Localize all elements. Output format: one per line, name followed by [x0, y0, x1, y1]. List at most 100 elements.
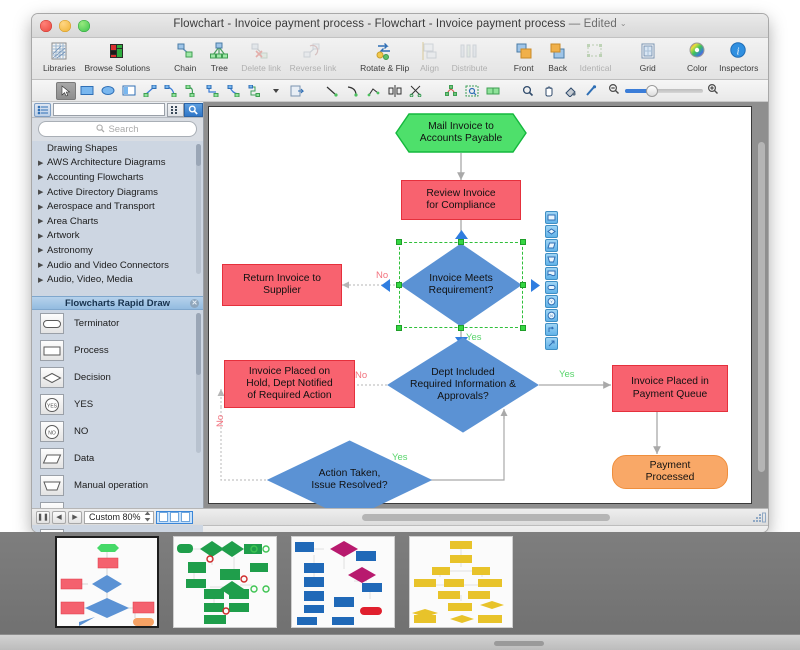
fill-tool[interactable]	[560, 82, 580, 100]
stepper-icon[interactable]	[144, 511, 151, 524]
terminator-shape-icon[interactable]	[545, 281, 558, 294]
selection-handle[interactable]	[396, 239, 402, 245]
hand-tool[interactable]	[539, 82, 559, 100]
flow-node-invoice-meets-requirement[interactable]: Invoice Meets Requirement?	[399, 242, 523, 328]
title-bar[interactable]: Flowchart - Invoice payment process - Fl…	[32, 14, 768, 38]
library-category-item[interactable]: ▶ Aerospace and Transport	[32, 199, 203, 214]
toolbar-button-browse-solutions[interactable]: Browse Solutions	[79, 40, 152, 73]
shape-list[interactable]: Terminator Process Decision YES YES NO N…	[32, 310, 203, 532]
elbow-connector-icon[interactable]	[545, 323, 558, 336]
selection-handle[interactable]	[458, 325, 464, 331]
zoom-in-icon[interactable]	[707, 82, 720, 100]
chevron-down-icon[interactable]: ⌄	[620, 19, 627, 28]
process-shape-icon[interactable]	[545, 211, 558, 224]
toolbar-button-color[interactable]: Color	[680, 40, 714, 73]
pointer-tool[interactable]	[56, 81, 76, 100]
scrollbar-thumb[interactable]	[362, 514, 610, 521]
shape-item-yes[interactable]: YES YES	[32, 391, 203, 418]
scissors-tool[interactable]	[406, 82, 426, 100]
shape-item-process[interactable]: Process	[32, 337, 203, 364]
grid-view-icon[interactable]	[167, 102, 184, 117]
shape-item-decision[interactable]: Decision	[32, 364, 203, 391]
library-category-item[interactable]: ▶ AWS Architecture Diagrams	[32, 156, 203, 171]
data-shape-icon[interactable]	[545, 239, 558, 252]
arrow-connector-icon[interactable]	[545, 337, 558, 350]
multi-connector-tool[interactable]	[245, 82, 265, 100]
rectangle-tool[interactable]	[77, 82, 97, 100]
page-tab-1[interactable]	[158, 512, 168, 522]
yes-shape-icon[interactable]: Y	[545, 295, 558, 308]
connect-arrow-right[interactable]	[530, 279, 540, 297]
mirror-tool[interactable]	[385, 82, 405, 100]
close-icon[interactable]: ✕	[190, 299, 199, 308]
decision-shape-icon[interactable]	[545, 225, 558, 238]
page-tabs[interactable]	[155, 510, 193, 524]
search-input[interactable]: Search	[38, 121, 197, 137]
flow-node-dept-included[interactable]: Dept Included Required Information & App…	[387, 337, 539, 433]
library-category-item[interactable]: ▶ Artwork	[32, 229, 203, 244]
scrollbar-thumb[interactable]	[196, 313, 201, 375]
scrollbar-thumb[interactable]	[758, 142, 765, 472]
node-edit-tool[interactable]	[441, 82, 461, 100]
toolbar-button-rotate-flip[interactable]: Rotate & Flip	[355, 40, 412, 73]
selection-handle[interactable]	[520, 239, 526, 245]
zoom-tool[interactable]	[518, 82, 538, 100]
elbow-connector-tool[interactable]	[203, 82, 223, 100]
shape-item-manual-operation[interactable]: Manual operation	[32, 472, 203, 499]
chevron-right-icon[interactable]: ▶	[38, 159, 47, 167]
library-category-item[interactable]: ▶ Audio, Video, Media	[32, 272, 203, 287]
toolbar-button-front[interactable]: Front	[507, 40, 541, 73]
flow-node-review-invoice[interactable]: Review Invoice for Compliance	[401, 180, 521, 220]
thumbnail-green-flowchart[interactable]	[173, 536, 277, 628]
rapid-draw-mini-palette[interactable]: Y N	[545, 211, 558, 350]
line-connector-tool[interactable]	[140, 82, 160, 100]
selection-handle[interactable]	[520, 282, 526, 288]
toolbar-button-tree[interactable]: Tree	[202, 40, 236, 73]
zoom-slider-track[interactable]	[625, 84, 703, 97]
canvas-horizontal-scrollbar[interactable]	[362, 514, 728, 521]
shelf-scroll-indicator[interactable]	[494, 641, 544, 646]
polyline-tool[interactable]	[364, 82, 384, 100]
selection-handle[interactable]	[520, 325, 526, 331]
chevron-right-icon[interactable]: ▶	[38, 276, 47, 284]
library-tree-icon[interactable]	[34, 102, 51, 117]
chevron-right-icon[interactable]: ▶	[38, 261, 47, 269]
diagram-canvas[interactable]: Mail Invoice to Accounts Payable Review …	[208, 106, 752, 520]
flow-node-return-invoice[interactable]: Return Invoice to Supplier	[222, 264, 342, 306]
curve-line-tool[interactable]	[343, 82, 363, 100]
selection-handle[interactable]	[396, 325, 402, 331]
toolbar-button-inspectors[interactable]: i Inspectors	[714, 40, 762, 73]
chevron-right-icon[interactable]: ▶	[38, 232, 47, 240]
shape-item-no[interactable]: NO NO	[32, 418, 203, 445]
flow-node-mail-invoice[interactable]: Mail Invoice to Accounts Payable	[395, 113, 527, 153]
chevron-right-icon[interactable]: ▶	[38, 188, 47, 196]
library-category-item[interactable]: ▶ Area Charts	[32, 214, 203, 229]
shape-item-data[interactable]: Data	[32, 445, 203, 472]
library-path-field[interactable]	[53, 103, 165, 116]
thumbnail-invoice-payment-process[interactable]	[55, 536, 159, 628]
library-category-list[interactable]: Drawing Shapes ▶ AWS Architecture Diagram…	[32, 141, 203, 296]
connector-menu-caret[interactable]	[266, 82, 286, 100]
toolbar-button-libraries[interactable]: Libraries	[38, 40, 79, 73]
scrollbar-thumb[interactable]	[196, 144, 201, 166]
zoom-slider-knob[interactable]	[646, 84, 658, 97]
node-group-tool[interactable]	[483, 82, 503, 100]
library-category-item[interactable]: ▶ Audio and Video Connectors	[32, 258, 203, 273]
straight-line-tool[interactable]	[322, 82, 342, 100]
search-tab-icon[interactable]	[184, 102, 203, 117]
connect-arrow-left[interactable]	[381, 279, 391, 297]
ellipse-tool[interactable]	[98, 82, 118, 100]
shape-list-scrollbar[interactable]	[196, 313, 201, 453]
canvas-vertical-scrollbar[interactable]	[757, 106, 766, 502]
chevron-right-icon[interactable]: ▶	[38, 217, 47, 225]
prev-page-icon[interactable]: ◀	[52, 510, 66, 524]
library-category-item[interactable]: Drawing Shapes	[32, 141, 203, 156]
frame-tool[interactable]	[119, 82, 139, 100]
thumbnail-yellow-flowchart[interactable]	[409, 536, 513, 628]
bezier-connector-tool[interactable]	[224, 82, 244, 100]
flow-node-invoice-placed-on-hold[interactable]: Invoice Placed on Hold, Dept Notified of…	[224, 360, 355, 408]
document-shape-icon[interactable]	[545, 267, 558, 280]
zoom-slider-control[interactable]	[608, 82, 720, 100]
manual-operation-shape-icon[interactable]	[545, 253, 558, 266]
zoom-level-field[interactable]: Custom 80%	[84, 510, 154, 524]
